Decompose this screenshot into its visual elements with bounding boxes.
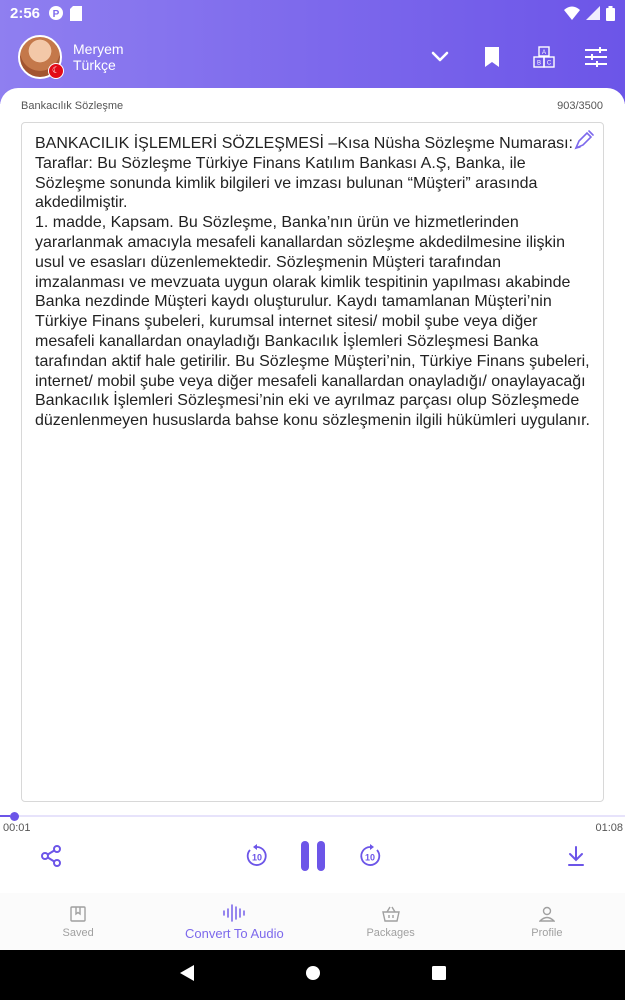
document-text: BANKACILIK İŞLEMLERİ SÖZLEŞMESİ –Kısa Nü… (35, 135, 590, 430)
wifi-icon (564, 6, 580, 20)
home-icon[interactable] (305, 965, 321, 986)
nav-convert-to-audio[interactable]: Convert To Audio (156, 893, 312, 950)
main-card: Bankacılık Sözleşme 903/3500 BANKACILIK … (0, 88, 625, 818)
nav-packages[interactable]: Packages (313, 893, 469, 950)
document-text-area[interactable]: BANKACILIK İŞLEMLERİ SÖZLEŞMESİ –Kısa Nü… (21, 122, 604, 802)
user-name: Meryem (73, 41, 124, 57)
document-info-row: Bankacılık Sözleşme 903/3500 (21, 100, 603, 112)
user-avatar[interactable]: ☾ (18, 35, 64, 79)
nav-packages-label: Packages (366, 927, 415, 939)
svg-text:P: P (53, 9, 60, 20)
document-title: Bankacılık Sözleşme (21, 100, 124, 112)
nav-saved[interactable]: Saved (0, 893, 156, 950)
nav-saved-label: Saved (62, 927, 94, 939)
download-icon[interactable] (565, 844, 587, 868)
skip-forward-label: 10 (365, 853, 375, 863)
player-controls: 10 10 (0, 836, 625, 876)
progress-handle[interactable] (10, 812, 19, 821)
back-icon[interactable] (179, 964, 195, 987)
total-time: 01:08 (595, 822, 623, 834)
nav-convert-label: Convert To Audio (184, 925, 284, 941)
signal-icon (586, 6, 600, 20)
pause-button[interactable] (298, 838, 328, 874)
language-label: Türkçe (73, 57, 116, 73)
alphabet-blocks-icon[interactable]: ABC (533, 46, 555, 68)
audio-progress-bar[interactable] (0, 812, 625, 821)
edit-pen-icon[interactable] (573, 129, 595, 157)
person-icon (538, 904, 555, 924)
nav-profile[interactable]: Profile (469, 893, 625, 950)
pause-icon (301, 841, 325, 871)
share-icon[interactable] (39, 844, 63, 868)
system-navigation-bar (0, 950, 625, 1000)
bookmark-icon[interactable] (481, 46, 503, 68)
notification-p-icon: P (49, 6, 64, 20)
rewind-10-button[interactable]: 10 (244, 843, 270, 869)
skip-back-label: 10 (252, 853, 262, 863)
basket-icon (381, 904, 400, 924)
battery-icon (606, 5, 615, 21)
settings-sliders-icon[interactable] (585, 46, 607, 68)
bookmark-box-icon (70, 904, 86, 924)
nav-profile-label: Profile (531, 927, 563, 939)
svg-text:A: A (542, 50, 546, 56)
turkey-flag-icon: ☾ (48, 63, 64, 79)
sd-card-icon (70, 5, 83, 21)
user-info[interactable]: Meryem Türkçe (73, 41, 124, 73)
status-bar: 2:56 P (0, 0, 625, 26)
svg-text:B: B (537, 61, 541, 67)
waveform-icon (222, 903, 246, 923)
current-time: 00:01 (3, 822, 31, 834)
progress-fill (0, 815, 10, 817)
forward-10-button[interactable]: 10 (357, 843, 383, 869)
app-header: ☾ Meryem Türkçe ABC (0, 26, 625, 88)
forward-icon: 10 (360, 844, 381, 866)
progress-track (0, 815, 625, 817)
rewind-icon: 10 (246, 844, 267, 866)
character-count: 903/3500 (557, 100, 603, 112)
chevron-down-icon[interactable] (429, 46, 451, 68)
recents-icon[interactable] (431, 965, 447, 986)
bottom-navigation: Saved Convert To Audio Packages Profile (0, 893, 625, 950)
status-time: 2:56 (10, 4, 41, 22)
svg-text:C: C (547, 61, 552, 67)
